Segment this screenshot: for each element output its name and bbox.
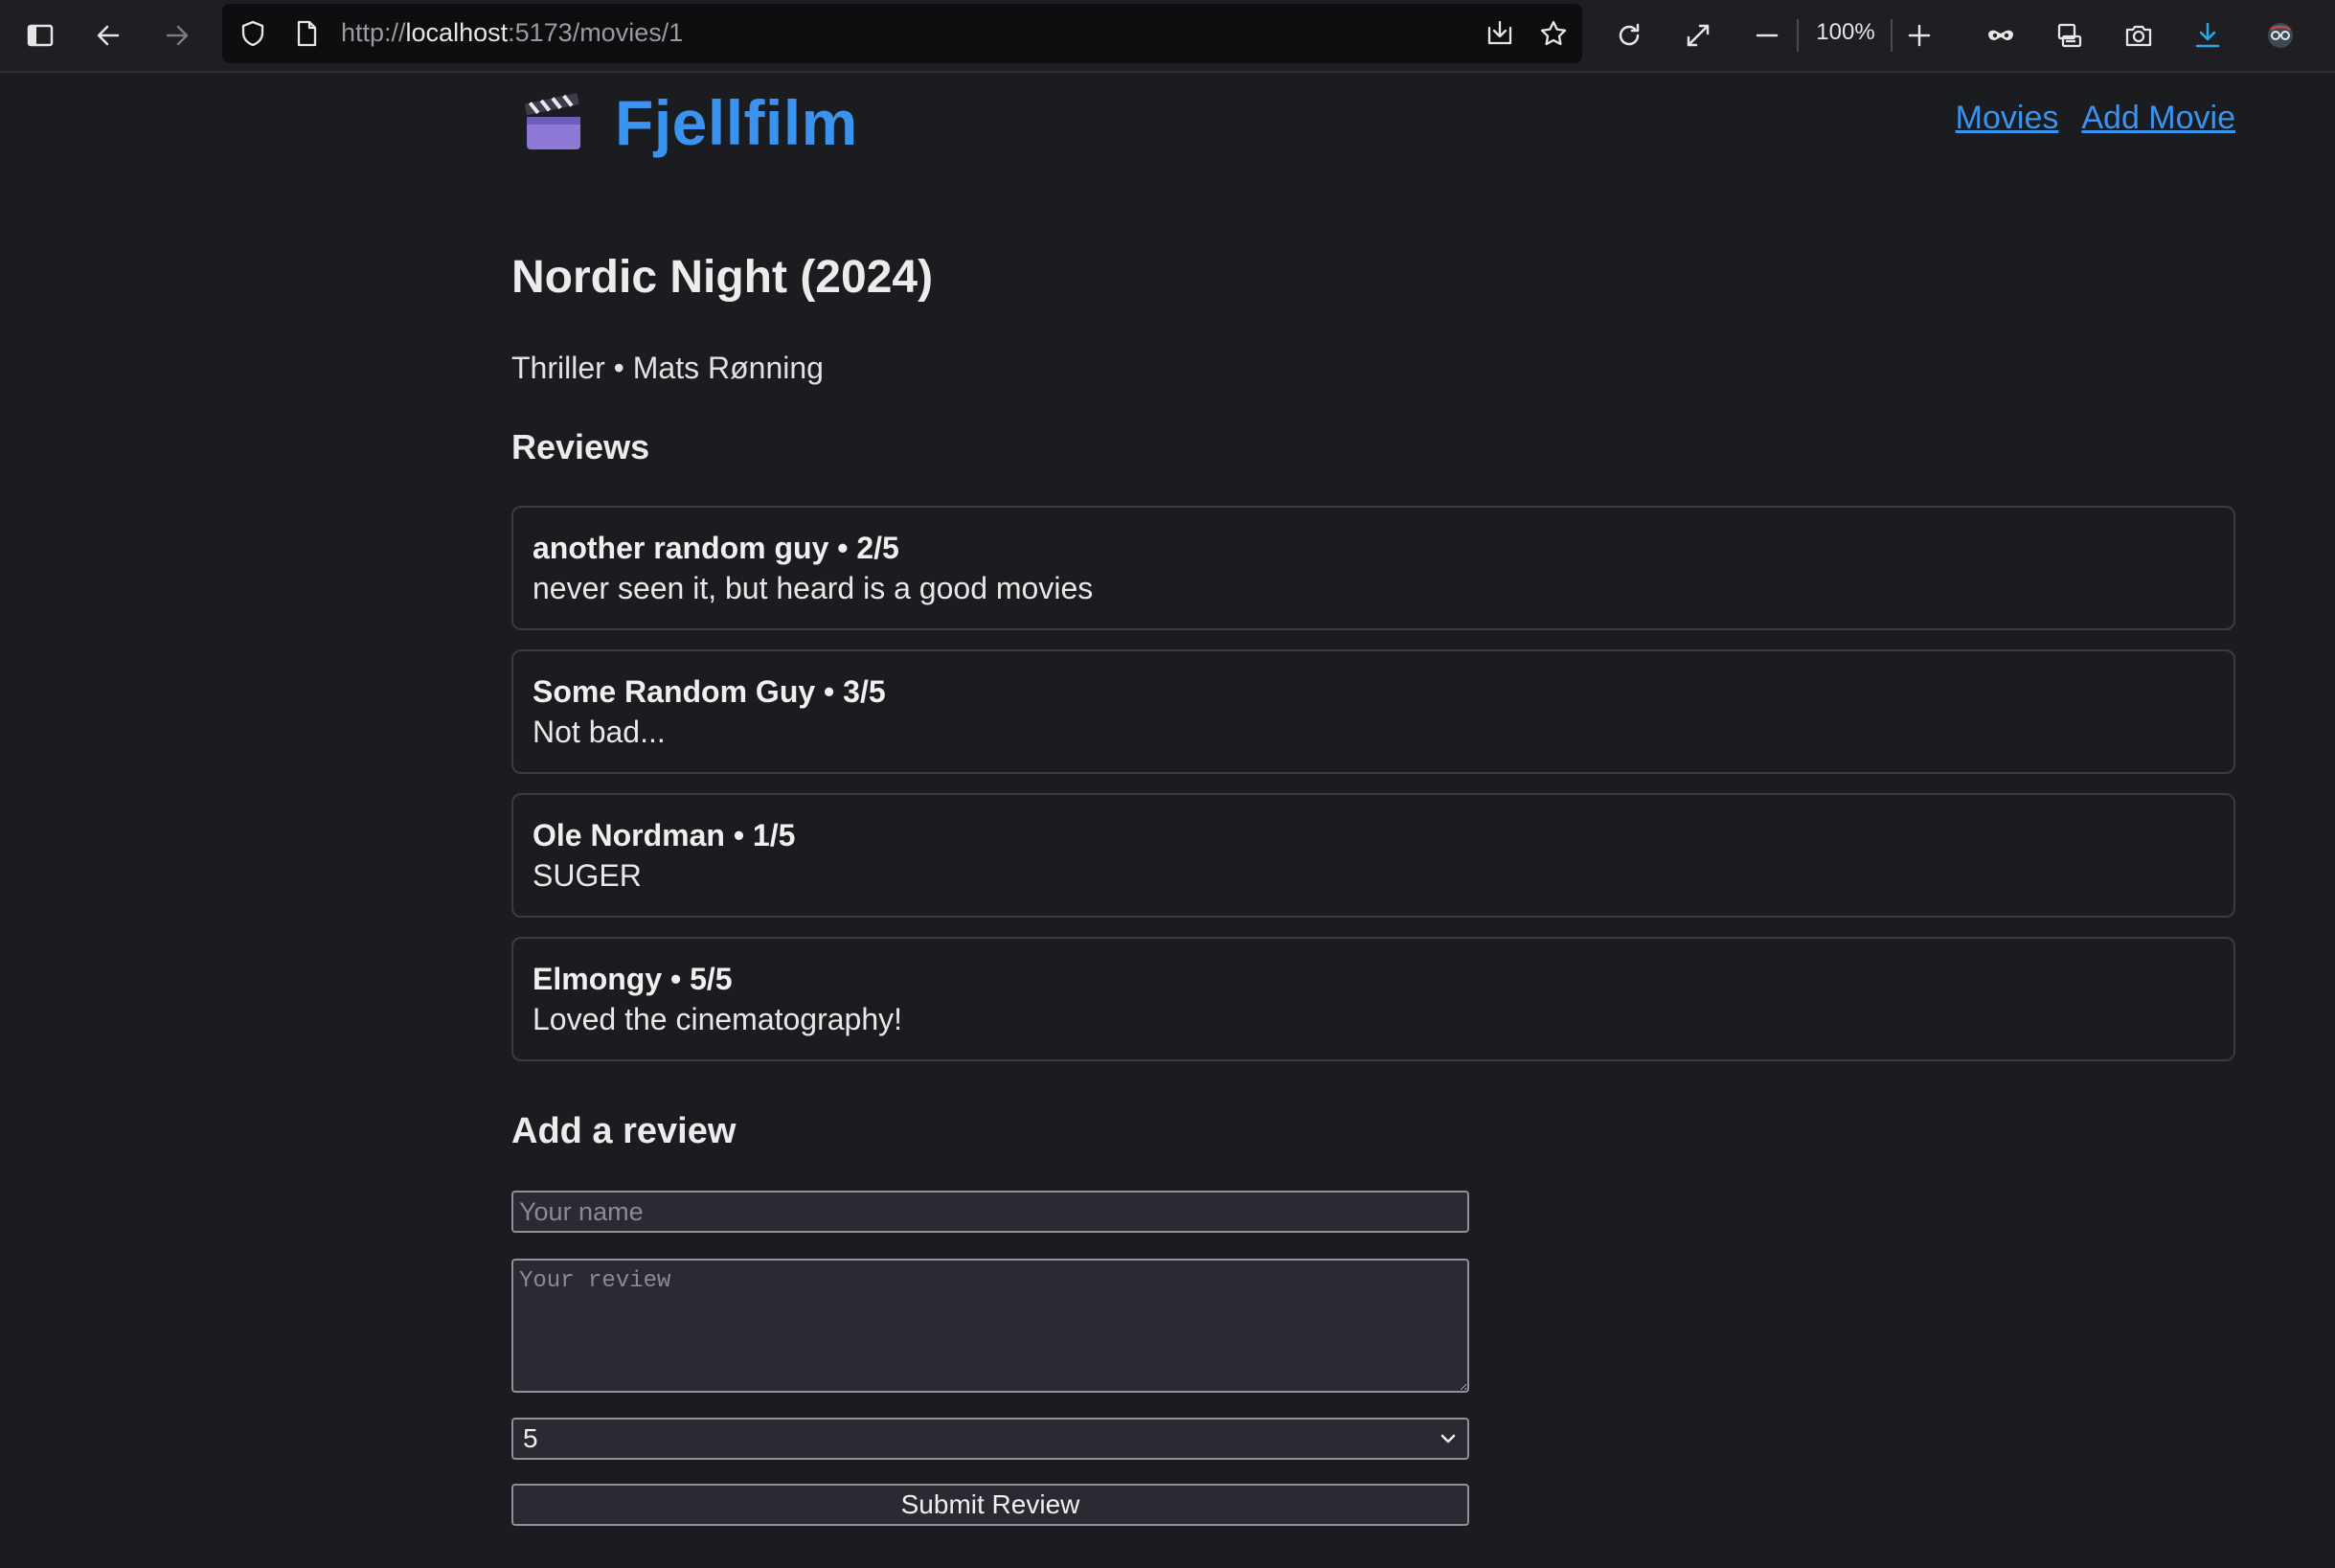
- downloads-icon[interactable]: [2186, 13, 2230, 57]
- bookmark-star-icon[interactable]: [1538, 18, 1569, 49]
- rating-select[interactable]: 5: [511, 1418, 1469, 1460]
- page-icon[interactable]: [291, 18, 322, 49]
- submit-review-button[interactable]: Submit Review: [511, 1484, 1469, 1526]
- zoom-in-icon[interactable]: [1897, 13, 1941, 57]
- movie-genre-director: Thriller • Mats Rønning: [511, 351, 824, 385]
- rating-selected-value: 5: [523, 1423, 538, 1453]
- review-author-rating: Some Random Guy • 3/5: [533, 674, 886, 709]
- review-card: Ole Nordman • 1/5 SUGER: [511, 793, 2235, 918]
- zoom-divider: [1891, 19, 1893, 52]
- add-review-heading: Add a review: [511, 1111, 737, 1151]
- review-text: never seen it, but heard is a good movie…: [533, 571, 1094, 605]
- review-card: Some Random Guy • 3/5 Not bad...: [511, 649, 2235, 774]
- site-brand[interactable]: Fjellfilm: [519, 82, 858, 163]
- review-card: another random guy • 2/5 never seen it, …: [511, 506, 2235, 630]
- sidebar-toggle-icon[interactable]: [18, 13, 62, 57]
- address-bar[interactable]: http://localhost:5173/movies/1: [222, 4, 1582, 63]
- review-text: Not bad...: [533, 715, 666, 749]
- shield-icon[interactable]: [238, 18, 268, 49]
- reviews-heading: Reviews: [511, 427, 650, 466]
- zoom-out-icon[interactable]: [1745, 13, 1789, 57]
- clapperboard-icon: [524, 93, 580, 149]
- url-text[interactable]: http://localhost:5173/movies/1: [341, 18, 683, 48]
- review-author-rating: Ole Nordman • 1/5: [533, 818, 796, 852]
- save-page-icon[interactable]: [1485, 18, 1515, 49]
- account-avatar-icon[interactable]: [2258, 13, 2302, 57]
- review-author-rating: another random guy • 2/5: [533, 531, 899, 565]
- chevron-down-icon: [1440, 1434, 1456, 1443]
- reviews-list: another random guy • 2/5 never seen it, …: [511, 506, 2235, 1080]
- back-icon[interactable]: [86, 13, 130, 57]
- browser-toolbar: http://localhost:5173/movies/1 100%: [0, 0, 2335, 73]
- review-author-rating: Elmongy • 5/5: [533, 962, 733, 996]
- zoom-level[interactable]: 100%: [1812, 19, 1879, 46]
- private-mask-icon[interactable]: [1979, 13, 2023, 57]
- review-text: Loved the cinematography!: [533, 1002, 903, 1036]
- review-text: SUGER: [533, 858, 642, 893]
- review-card: Elmongy • 5/5 Loved the cinematography!: [511, 937, 2235, 1061]
- zoom-divider: [1797, 19, 1799, 52]
- nav-link-movies[interactable]: Movies: [1956, 100, 2059, 137]
- reload-icon[interactable]: [1607, 13, 1651, 57]
- forward-icon[interactable]: [155, 13, 199, 57]
- review-text-input[interactable]: [511, 1259, 1469, 1393]
- main-nav: Movies Add Movie: [1956, 100, 2235, 137]
- reviewer-name-input[interactable]: [511, 1191, 1469, 1233]
- extension-icon[interactable]: [2048, 13, 2092, 57]
- screenshot-camera-icon[interactable]: [2117, 13, 2161, 57]
- movie-title: Nordic Night (2024): [511, 252, 934, 303]
- site-title[interactable]: Fjellfilm: [615, 86, 858, 159]
- nav-link-add-movie[interactable]: Add Movie: [2081, 100, 2235, 137]
- fullscreen-icon[interactable]: [1676, 13, 1720, 57]
